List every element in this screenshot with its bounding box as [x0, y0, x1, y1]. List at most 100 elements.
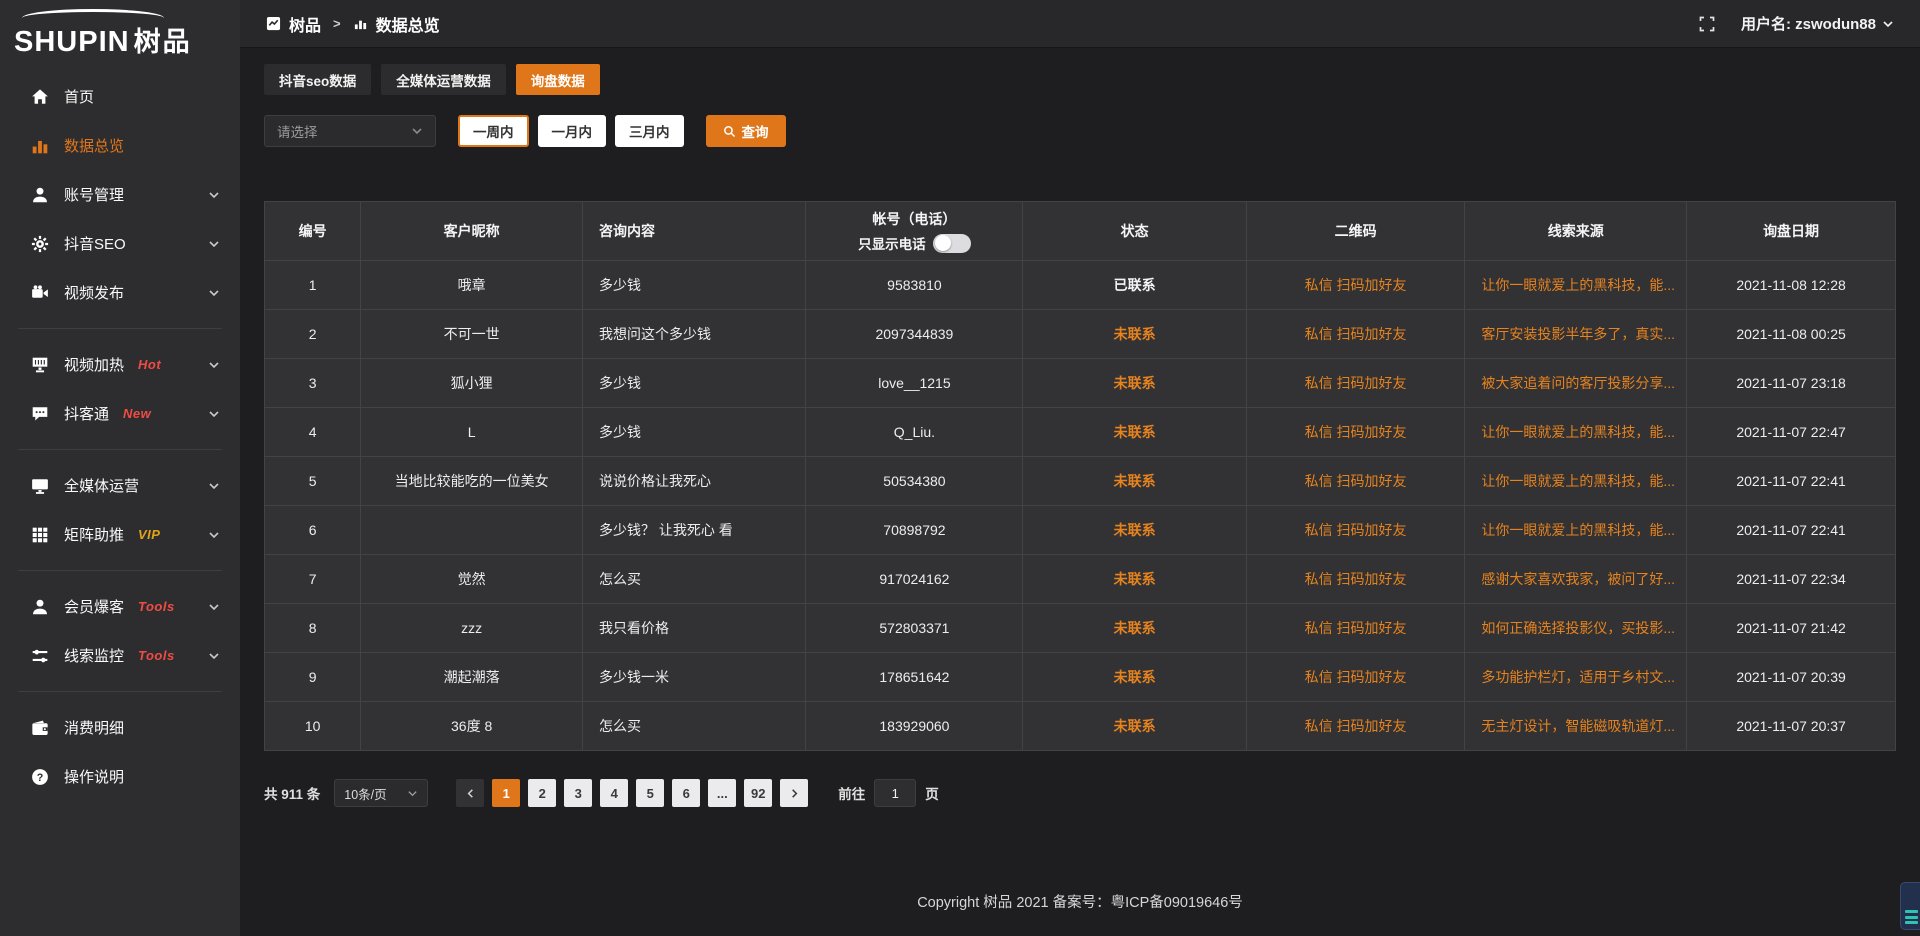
cell-qrcode-link[interactable]: 私信 扫码加好友	[1247, 653, 1466, 702]
fullscreen-icon[interactable]	[1699, 16, 1715, 32]
goto-label: 前往	[838, 783, 865, 803]
cell-qrcode-link[interactable]: 私信 扫码加好友	[1247, 261, 1466, 310]
sidebar-item-video-publish[interactable]: 视频发布	[0, 268, 240, 317]
cell-status: 未联系	[1023, 359, 1246, 408]
cell-nickname: 狐小狸	[361, 359, 583, 408]
cell-source-link[interactable]: 无主灯设计，智能磁吸轨道灯...	[1465, 702, 1687, 751]
cell-source-link[interactable]: 多功能护栏灯，适用于乡村文...	[1465, 653, 1687, 702]
sidebar-item-label: 数据总览	[64, 135, 124, 156]
phone-only-toggle[interactable]	[933, 234, 971, 253]
sidebar-item-media-operation[interactable]: 全媒体运营	[0, 461, 240, 510]
cell-content: 怎么买	[583, 702, 806, 751]
range-button-month[interactable]: 一月内	[538, 115, 607, 147]
cell-qrcode-link[interactable]: 私信 扫码加好友	[1247, 310, 1466, 359]
cell-date: 2021-11-07 22:41	[1687, 457, 1896, 506]
cell-id: 7	[265, 555, 361, 604]
col-header-nickname: 客户昵称	[361, 202, 583, 261]
sidebar-item-clue-monitor[interactable]: 线索监控 Tools	[0, 631, 240, 680]
tab-label: 全媒体运营数据	[396, 70, 491, 90]
divider	[18, 691, 222, 692]
chevron-down-icon	[208, 480, 220, 492]
sidebar-item-consume-detail[interactable]: 消费明细	[0, 703, 240, 752]
cell-status: 未联系	[1023, 408, 1246, 457]
cell-date: 2021-11-07 21:42	[1687, 604, 1896, 653]
cell-source-link[interactable]: 感谢大家喜欢我家，被问了好...	[1465, 555, 1687, 604]
cell-status: 已联系	[1023, 261, 1246, 310]
tab-media-operation-data[interactable]: 全媒体运营数据	[381, 64, 506, 95]
cell-account: 572803371	[806, 604, 1023, 653]
cell-source-link[interactable]: 让你一眼就爱上的黑科技，能...	[1465, 408, 1687, 457]
cell-qrcode-link[interactable]: 私信 扫码加好友	[1247, 359, 1466, 408]
cell-source-link[interactable]: 客厅安装投影半年多了，真实...	[1465, 310, 1687, 359]
cell-qrcode-link[interactable]: 私信 扫码加好友	[1247, 604, 1466, 653]
logo-en: SHUPIN	[14, 26, 130, 58]
cell-source-link[interactable]: 让你一眼就爱上的黑科技，能...	[1465, 506, 1687, 555]
sidebar-item-home[interactable]: 首页	[0, 72, 240, 121]
cell-account: 50534380	[806, 457, 1023, 506]
cell-source-link[interactable]: 如何正确选择投影仪，买投影...	[1465, 604, 1687, 653]
page-button[interactable]: 3	[564, 779, 592, 807]
sidebar-item-video-heat[interactable]: 视频加热 Hot	[0, 340, 240, 389]
logo-cn: 树品	[134, 27, 192, 57]
tab-label: 抖音seo数据	[279, 70, 356, 90]
sidebar-item-douketong[interactable]: 抖客通 New	[0, 389, 240, 438]
cell-qrcode-link[interactable]: 私信 扫码加好友	[1247, 506, 1466, 555]
cell-qrcode-link[interactable]: 私信 扫码加好友	[1247, 702, 1466, 751]
svg-text:?: ?	[36, 772, 43, 784]
query-button[interactable]: 查询	[706, 115, 786, 147]
page-button[interactable]: 92	[744, 779, 772, 807]
cell-id: 2	[265, 310, 361, 359]
cell-qrcode-link[interactable]: 私信 扫码加好友	[1247, 555, 1466, 604]
user-menu[interactable]: 用户名: zswodun88	[1741, 13, 1894, 34]
page-button[interactable]: ...	[708, 779, 736, 807]
cell-qrcode-link[interactable]: 私信 扫码加好友	[1247, 457, 1466, 506]
chevron-down-icon	[208, 408, 220, 420]
cell-nickname: 36度 8	[361, 702, 583, 751]
table-row: 5 当地比较能吃的一位美女 说说价格让我死心 50534380 未联系 私信 扫…	[265, 457, 1896, 506]
cell-source-link[interactable]: 被大家追着问的客厅投影分享...	[1465, 359, 1687, 408]
cell-date: 2021-11-07 20:39	[1687, 653, 1896, 702]
col-header-id: 编号	[265, 202, 361, 261]
sidebar-item-douyin-seo[interactable]: 抖音SEO	[0, 219, 240, 268]
cell-nickname: 不可一世	[361, 310, 583, 359]
sidebar-item-label: 矩阵助推	[64, 524, 124, 545]
tab-douyin-seo-data[interactable]: 抖音seo数据	[264, 64, 371, 95]
user-icon	[30, 185, 49, 204]
cell-id: 6	[265, 506, 361, 555]
sidebar-item-member-baoke[interactable]: 会员爆客 Tools	[0, 582, 240, 631]
range-button-quarter[interactable]: 三月内	[615, 115, 684, 147]
status-badge: Tools	[138, 648, 175, 663]
page-button[interactable]: 2	[528, 779, 556, 807]
sidebar-item-data-overview[interactable]: 数据总览	[0, 121, 240, 170]
cell-content: 多少钱	[583, 359, 806, 408]
range-button-week[interactable]: 一周内	[458, 115, 529, 147]
cell-source-link[interactable]: 让你一眼就爱上的黑科技，能...	[1465, 457, 1687, 506]
sidebar-item-account-manage[interactable]: 账号管理	[0, 170, 240, 219]
pagination: 共 911 条 10条/页 123456...92 前往 页	[264, 779, 1896, 807]
breadcrumb-root[interactable]: 树品	[289, 12, 321, 36]
cell-account: 178651642	[806, 653, 1023, 702]
page-button[interactable]: 1	[492, 779, 520, 807]
footer-copyright: Copyright 树品 2021 备案号：粤ICP备09019646号	[264, 891, 1896, 912]
filter-select[interactable]: 请选择	[264, 115, 436, 147]
goto-page-input[interactable]	[874, 779, 916, 807]
tab-inquiry-data[interactable]: 询盘数据	[516, 64, 600, 95]
next-page-button[interactable]	[780, 779, 808, 807]
sidebar-item-help-guide[interactable]: ? 操作说明	[0, 752, 240, 801]
cell-date: 2021-11-07 23:18	[1687, 359, 1896, 408]
page-size-select[interactable]: 10条/页	[334, 779, 428, 807]
page-button[interactable]: 6	[672, 779, 700, 807]
prev-page-button[interactable]	[456, 779, 484, 807]
sidebar-item-matrix-boost[interactable]: 矩阵助推 VIP	[0, 510, 240, 559]
status-badge: Tools	[138, 599, 175, 614]
chevron-down-icon	[208, 601, 220, 613]
cell-qrcode-link[interactable]: 私信 扫码加好友	[1247, 408, 1466, 457]
cell-content: 怎么买	[583, 555, 806, 604]
goto-unit: 页	[925, 783, 939, 803]
page-button[interactable]: 5	[636, 779, 664, 807]
camera-icon	[30, 283, 49, 302]
cell-source-link[interactable]: 让你一眼就爱上的黑科技，能...	[1465, 261, 1687, 310]
chevron-down-icon	[407, 788, 418, 799]
page-button[interactable]: 4	[600, 779, 628, 807]
floating-widget[interactable]	[1900, 882, 1920, 930]
